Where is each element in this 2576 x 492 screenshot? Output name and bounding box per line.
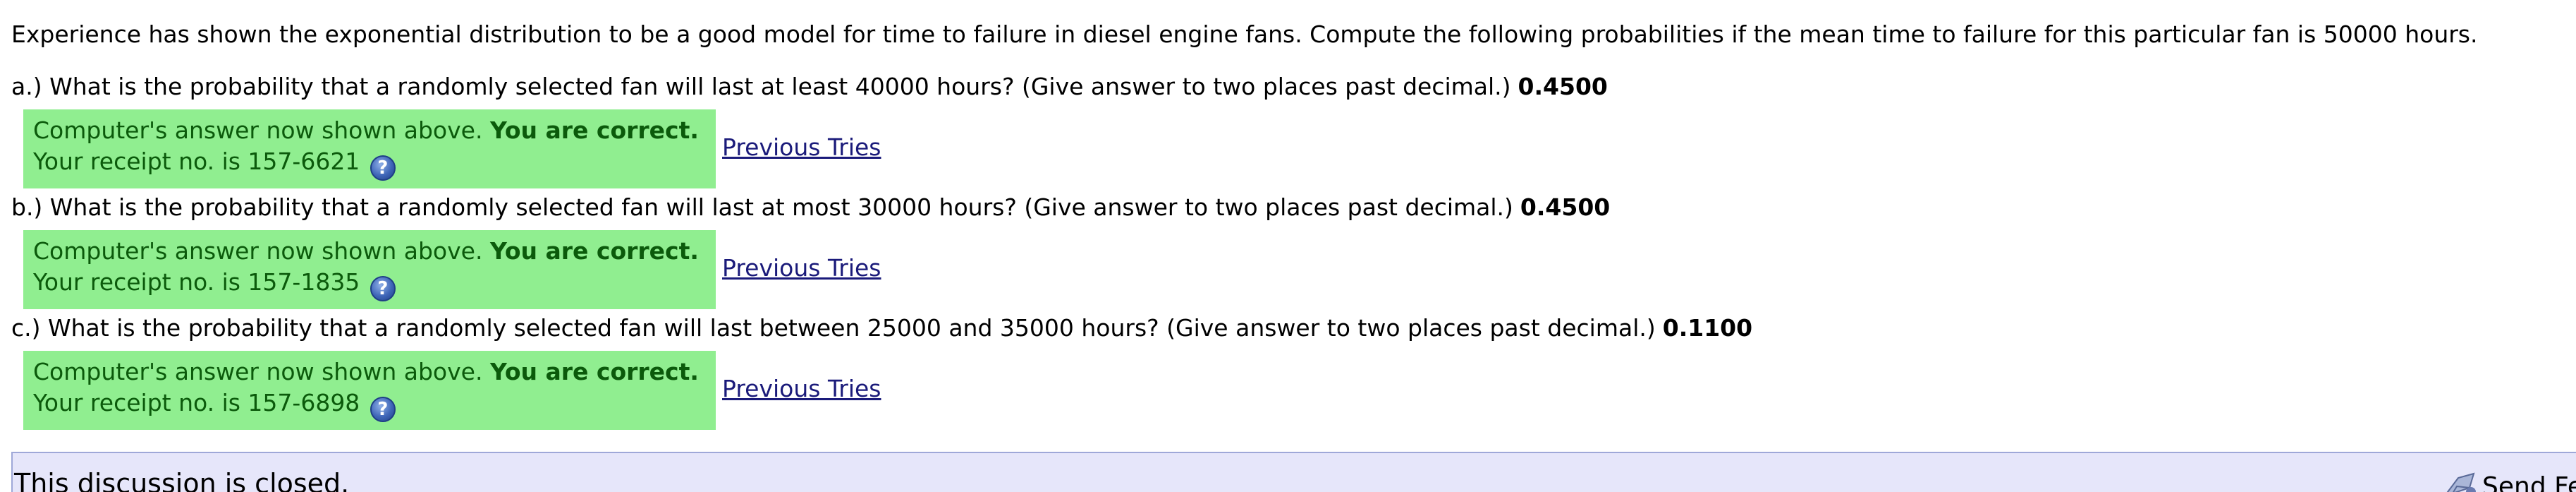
problem-intro: Experience has shown the exponential dis… bbox=[11, 20, 2478, 48]
previous-tries-link-c[interactable]: Previous Tries bbox=[722, 373, 881, 405]
question-a-answer: 0.4500 bbox=[1518, 73, 1608, 100]
receipt-text: Your receipt no. is 157-6621 bbox=[33, 148, 360, 175]
question-b-feedback: Computer's answer now shown above. You a… bbox=[23, 230, 716, 309]
question-b-answer: 0.4500 bbox=[1520, 193, 1611, 221]
feedback-message: Computer's answer now shown above. bbox=[33, 237, 483, 265]
feedback-correct: You are correct. bbox=[489, 237, 699, 265]
question-c-text: c.) What is the probability that a rando… bbox=[11, 314, 1656, 342]
receipt-line: Your receipt no. is 157-6621 ? bbox=[33, 146, 716, 181]
feedback-line: Computer's answer now shown above. You a… bbox=[33, 115, 716, 146]
discussion-bar: This discussion is closed. Send Fe bbox=[11, 452, 2576, 492]
problem-page: Experience has shown the exponential dis… bbox=[0, 0, 2576, 492]
question-b-text: b.) What is the probability that a rando… bbox=[11, 193, 1513, 221]
help-icon[interactable]: ? bbox=[370, 155, 396, 181]
send-feedback-label: Send Fe bbox=[2482, 472, 2576, 492]
discussion-closed-text: This discussion is closed. bbox=[14, 468, 350, 492]
feedback-message: Computer's answer now shown above. bbox=[33, 116, 483, 144]
feedback-line: Computer's answer now shown above. You a… bbox=[33, 236, 716, 267]
feedback-line: Computer's answer now shown above. You a… bbox=[33, 356, 716, 388]
receipt-text: Your receipt no. is 157-1835 bbox=[33, 268, 360, 296]
question-a: a.) What is the probability that a rando… bbox=[11, 71, 1608, 103]
help-icon[interactable]: ? bbox=[370, 276, 396, 301]
feedback-message: Computer's answer now shown above. bbox=[33, 358, 483, 385]
receipt-text: Your receipt no. is 157-6898 bbox=[33, 389, 360, 416]
previous-tries-link-b[interactable]: Previous Tries bbox=[722, 252, 881, 284]
feedback-correct: You are correct. bbox=[489, 116, 699, 144]
feedback-correct: You are correct. bbox=[489, 358, 699, 385]
help-icon[interactable]: ? bbox=[370, 397, 396, 422]
receipt-line: Your receipt no. is 157-1835 ? bbox=[33, 267, 716, 301]
send-feedback-button[interactable]: Send Fe bbox=[2443, 470, 2576, 492]
previous-tries-link-a[interactable]: Previous Tries bbox=[722, 131, 881, 164]
question-b: b.) What is the probability that a rando… bbox=[11, 191, 1610, 224]
question-c: c.) What is the probability that a rando… bbox=[11, 312, 1752, 344]
receipt-line: Your receipt no. is 157-6898 ? bbox=[33, 388, 716, 422]
question-a-text: a.) What is the probability that a rando… bbox=[11, 73, 1511, 100]
question-a-feedback: Computer's answer now shown above. You a… bbox=[23, 109, 716, 188]
question-c-feedback: Computer's answer now shown above. You a… bbox=[23, 351, 716, 430]
question-c-answer: 0.1100 bbox=[1662, 314, 1753, 342]
feedback-icon bbox=[2446, 472, 2476, 492]
